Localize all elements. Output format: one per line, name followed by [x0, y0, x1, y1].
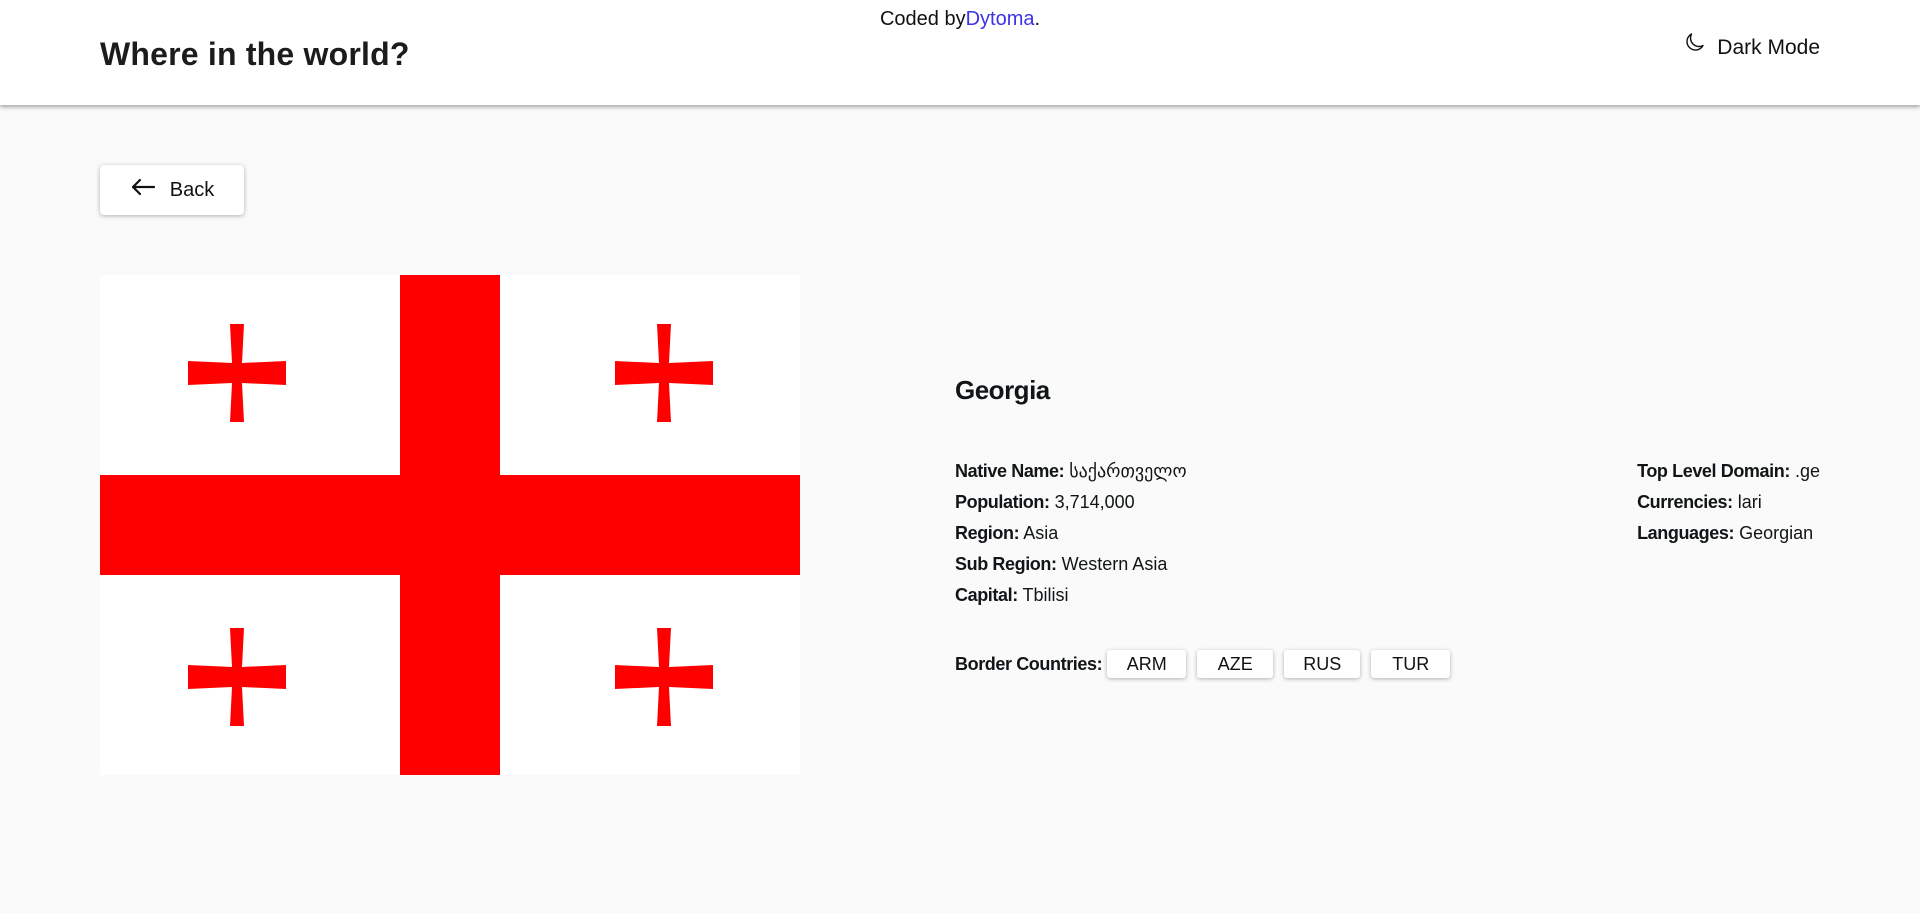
country-details: Georgia Native Name: საქართველო Populati… — [955, 375, 1820, 678]
border-country-chip[interactable]: TUR — [1371, 650, 1451, 678]
border-country-chip[interactable]: AZE — [1197, 650, 1274, 678]
info-label: Currencies: — [1637, 492, 1733, 512]
border-countries: Border Countries: ARM AZE RUS TUR — [955, 650, 1461, 678]
back-button[interactable]: Back — [100, 165, 244, 215]
dark-mode-toggle[interactable]: Dark Mode — [1683, 33, 1820, 60]
population-row: Population: 3,714,000 — [955, 487, 1187, 518]
info-value: 3,714,000 — [1054, 492, 1135, 512]
info-label: Population: — [955, 492, 1050, 512]
border-country-chip[interactable]: RUS — [1284, 650, 1361, 678]
dark-mode-label: Dark Mode — [1717, 36, 1820, 59]
top-level-domain-row: Top Level Domain: .ge — [1637, 456, 1820, 487]
info-value: .ge — [1794, 461, 1820, 481]
info-value: Asia — [1023, 523, 1059, 543]
attribution: Coded byDytoma. — [0, 8, 1920, 31]
info-label: Top Level Domain: — [1637, 461, 1790, 481]
country-flag — [100, 275, 800, 775]
info-value: Tbilisi — [1022, 585, 1069, 605]
info-label: Native Name: — [955, 461, 1065, 481]
arrow-left-icon — [130, 177, 156, 203]
info-value: lari — [1737, 492, 1762, 512]
info-column-right: Top Level Domain: .ge Currencies: lari L… — [1637, 456, 1820, 549]
country-info: Native Name: საქართველო Population: 3,71… — [955, 456, 1820, 611]
languages-row: Languages: Georgian — [1637, 518, 1820, 549]
info-column-left: Native Name: საქართველო Population: 3,71… — [955, 456, 1187, 611]
native-name-row: Native Name: საქართველო — [955, 456, 1187, 487]
info-value: Georgian — [1739, 523, 1814, 543]
back-label: Back — [169, 178, 215, 201]
sub-region-row: Sub Region: Western Asia — [955, 549, 1187, 580]
info-label: Region: — [955, 523, 1020, 543]
info-label: Sub Region: — [955, 554, 1057, 574]
info-value: Western Asia — [1061, 554, 1168, 574]
country-name: Georgia — [955, 375, 1050, 405]
capital-row: Capital: Tbilisi — [955, 580, 1187, 611]
attribution-prefix: Coded by — [879, 8, 966, 30]
info-label: Capital: — [955, 585, 1018, 605]
border-country-chip[interactable]: ARM — [1107, 650, 1187, 678]
site-title: Where in the world? — [100, 36, 410, 72]
currencies-row: Currencies: lari — [1637, 487, 1820, 518]
info-label: Languages: — [1637, 523, 1735, 543]
info-value: საქართველო — [1069, 461, 1187, 481]
region-row: Region: Asia — [955, 518, 1187, 549]
moon-icon — [1683, 33, 1707, 60]
attribution-suffix: . — [1034, 8, 1041, 30]
author-link[interactable]: Dytoma — [966, 8, 1035, 30]
border-countries-label: Border Countries: — [955, 653, 1103, 674]
